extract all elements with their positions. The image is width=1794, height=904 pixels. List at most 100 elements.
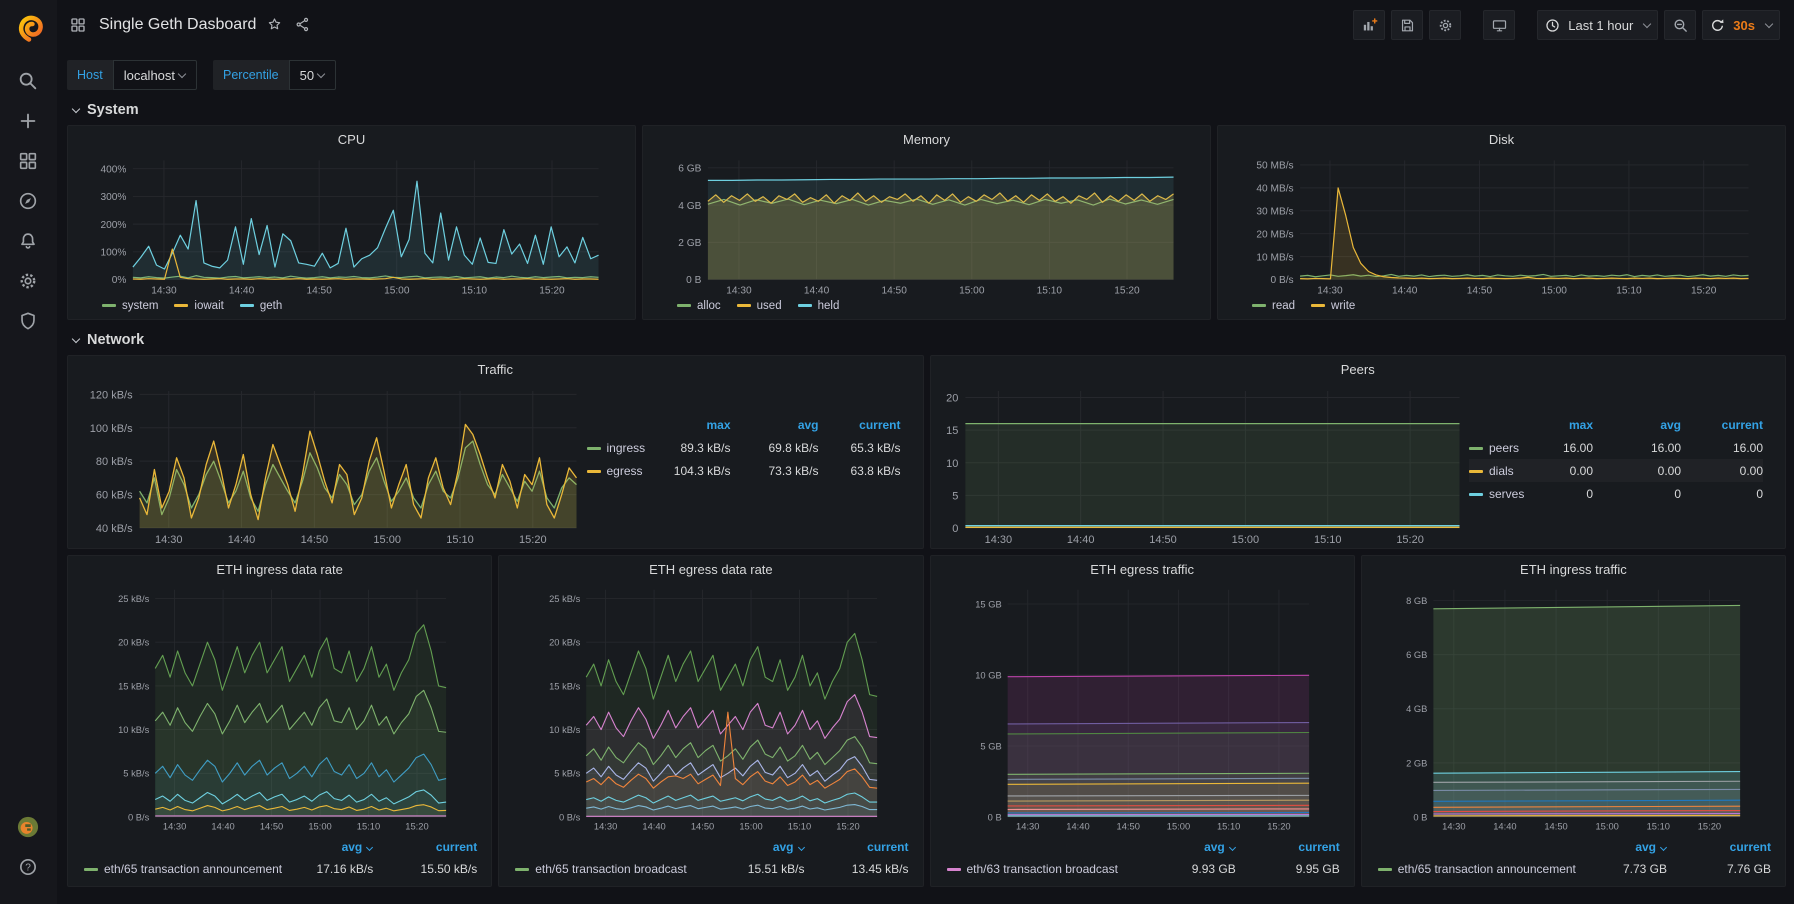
legend-row[interactable]: eth/63 transaction broadcast9.93 GB9.95 … bbox=[947, 858, 1340, 880]
cycle-view-button[interactable] bbox=[1483, 10, 1515, 40]
settings-icon[interactable] bbox=[17, 270, 41, 294]
legend-col-current[interactable]: current bbox=[1681, 418, 1763, 432]
svg-text:5: 5 bbox=[952, 490, 958, 502]
legend-col-avg[interactable]: avg bbox=[1118, 840, 1236, 854]
svg-text:14:30: 14:30 bbox=[1442, 822, 1465, 832]
chevron-down-icon bbox=[178, 69, 186, 77]
svg-text:4 GB: 4 GB bbox=[678, 201, 701, 212]
legend-row[interactable]: peers16.0016.0016.00 bbox=[1469, 436, 1763, 459]
dashboard-main: Host localhost Percentile 50 System CPU … bbox=[57, 60, 1794, 887]
dashboard-settings-button[interactable] bbox=[1429, 10, 1461, 40]
panel-title[interactable]: Peers bbox=[931, 356, 1786, 383]
legend-value: 89.3 kB/s bbox=[635, 441, 731, 455]
shield-icon[interactable] bbox=[17, 310, 41, 334]
svg-text:5 kB/s: 5 kB/s bbox=[123, 769, 149, 779]
legend-col-avg[interactable]: avg bbox=[255, 840, 373, 854]
svg-text:14:30: 14:30 bbox=[151, 285, 177, 296]
svg-text:15:20: 15:20 bbox=[519, 534, 547, 546]
legend-col-current[interactable]: current bbox=[1236, 840, 1340, 854]
panel-title[interactable]: ETH ingress traffic bbox=[1362, 556, 1785, 583]
legend-item[interactable]: system bbox=[102, 300, 158, 312]
variable-host-select[interactable]: localhost bbox=[113, 60, 197, 90]
series-color-dash bbox=[1252, 304, 1266, 307]
legend-row[interactable]: eth/65 transaction announcement7.73 GB7.… bbox=[1378, 858, 1771, 880]
star-icon[interactable] bbox=[266, 16, 284, 34]
legend-row[interactable]: serves000 bbox=[1469, 482, 1763, 505]
svg-text:100%: 100% bbox=[100, 248, 126, 259]
series-color-dash bbox=[1378, 868, 1392, 871]
legend-item[interactable]: alloc bbox=[677, 300, 721, 312]
svg-text:15:10: 15:10 bbox=[1313, 534, 1341, 546]
alerting-icon[interactable] bbox=[17, 230, 41, 254]
grafana-logo[interactable] bbox=[11, 8, 47, 44]
legend-col-current[interactable]: current bbox=[373, 840, 477, 854]
legend-row[interactable]: dials0.000.000.00 bbox=[1469, 459, 1763, 482]
legend-value: 0 bbox=[1681, 487, 1763, 501]
variable-percentile-select[interactable]: 50 bbox=[289, 60, 336, 90]
legend-item[interactable]: held bbox=[798, 300, 840, 312]
svg-text:0 B: 0 B bbox=[987, 812, 1001, 822]
panel-title[interactable]: ETH egress traffic bbox=[931, 556, 1354, 583]
search-icon[interactable] bbox=[17, 70, 41, 94]
legend-col-current[interactable]: current bbox=[1667, 840, 1771, 854]
row-header-system[interactable]: System bbox=[67, 90, 1786, 125]
legend-col-current[interactable]: current bbox=[805, 840, 909, 854]
panel-eth-egress-rate: ETH egress data rate 0 B/s5 kB/s10 kB/s1… bbox=[498, 555, 923, 887]
svg-text:14:50: 14:50 bbox=[1149, 534, 1177, 546]
svg-text:15:00: 15:00 bbox=[959, 285, 985, 296]
variable-percentile-label: Percentile bbox=[213, 60, 289, 90]
panel-title[interactable]: CPU bbox=[68, 126, 635, 153]
legend-col-avg[interactable]: avg bbox=[1549, 840, 1667, 854]
zoom-out-button[interactable] bbox=[1664, 10, 1696, 40]
series-color-dash bbox=[677, 304, 691, 307]
svg-text:14:30: 14:30 bbox=[594, 822, 617, 832]
legend-value: 63.8 kB/s bbox=[819, 464, 901, 478]
legend-col-avg[interactable]: avg bbox=[687, 840, 805, 854]
legend-row[interactable]: ingress89.3 kB/s69.8 kB/s65.3 kB/s bbox=[587, 436, 901, 459]
svg-text:14:30: 14:30 bbox=[1016, 822, 1039, 832]
panel-title[interactable]: Traffic bbox=[68, 356, 923, 383]
legend-header-row: maxavgcurrent bbox=[587, 413, 901, 436]
avatar[interactable] bbox=[17, 816, 41, 840]
legend-col-avg[interactable]: avg bbox=[1593, 418, 1681, 432]
panel-title[interactable]: ETH egress data rate bbox=[499, 556, 922, 583]
legend-row[interactable]: egress104.3 kB/s73.3 kB/s63.8 kB/s bbox=[587, 459, 901, 482]
add-panel-button[interactable] bbox=[1353, 10, 1385, 40]
refresh-interval[interactable]: 30s bbox=[1733, 18, 1755, 33]
panel-title[interactable]: Disk bbox=[1218, 126, 1785, 153]
legend-item[interactable]: geth bbox=[240, 300, 282, 312]
svg-text:14:50: 14:50 bbox=[691, 822, 714, 832]
legend-item[interactable]: read bbox=[1252, 300, 1295, 312]
chevron-down-icon bbox=[72, 335, 80, 343]
dashboards-icon[interactable] bbox=[17, 150, 41, 174]
svg-text:15:20: 15:20 bbox=[1697, 822, 1720, 832]
svg-text:25 kB/s: 25 kB/s bbox=[118, 594, 149, 604]
plus-icon[interactable] bbox=[17, 110, 41, 134]
save-button[interactable] bbox=[1391, 10, 1423, 40]
time-range-picker[interactable]: Last 1 hour bbox=[1537, 10, 1658, 40]
legend-row[interactable]: eth/65 transaction announcement17.16 kB/… bbox=[84, 858, 477, 880]
legend-col-max[interactable]: max bbox=[635, 418, 731, 432]
panel-title[interactable]: ETH ingress data rate bbox=[68, 556, 491, 583]
svg-text:15:20: 15:20 bbox=[1114, 285, 1140, 296]
panel-title[interactable]: Memory bbox=[643, 126, 1210, 153]
legend-col-current[interactable]: current bbox=[819, 418, 901, 432]
svg-text:14:50: 14:50 bbox=[881, 285, 907, 296]
legend-row[interactable]: eth/65 transaction broadcast15.51 kB/s13… bbox=[515, 858, 908, 880]
series-color-dash bbox=[515, 868, 529, 871]
share-icon[interactable] bbox=[294, 16, 312, 34]
svg-text:5 kB/s: 5 kB/s bbox=[555, 769, 581, 779]
legend-item[interactable]: write bbox=[1311, 300, 1355, 312]
legend-col-max[interactable]: max bbox=[1497, 418, 1593, 432]
explore-icon[interactable] bbox=[17, 190, 41, 214]
dashboard-title[interactable]: Single Geth Dasboard bbox=[99, 16, 256, 34]
legend-item[interactable]: used bbox=[737, 300, 782, 312]
refresh-button[interactable]: 30s bbox=[1702, 10, 1780, 40]
row-header-network[interactable]: Network bbox=[67, 320, 1786, 355]
help-icon[interactable] bbox=[17, 856, 41, 880]
legend-item[interactable]: iowait bbox=[174, 300, 223, 312]
legend-col-avg[interactable]: avg bbox=[731, 418, 819, 432]
svg-text:120 kB/s: 120 kB/s bbox=[90, 389, 133, 401]
system-row: CPU 0%100%200%300%400%14:3014:4014:5015:… bbox=[67, 125, 1786, 320]
legend-value: 15.50 kB/s bbox=[373, 862, 477, 876]
